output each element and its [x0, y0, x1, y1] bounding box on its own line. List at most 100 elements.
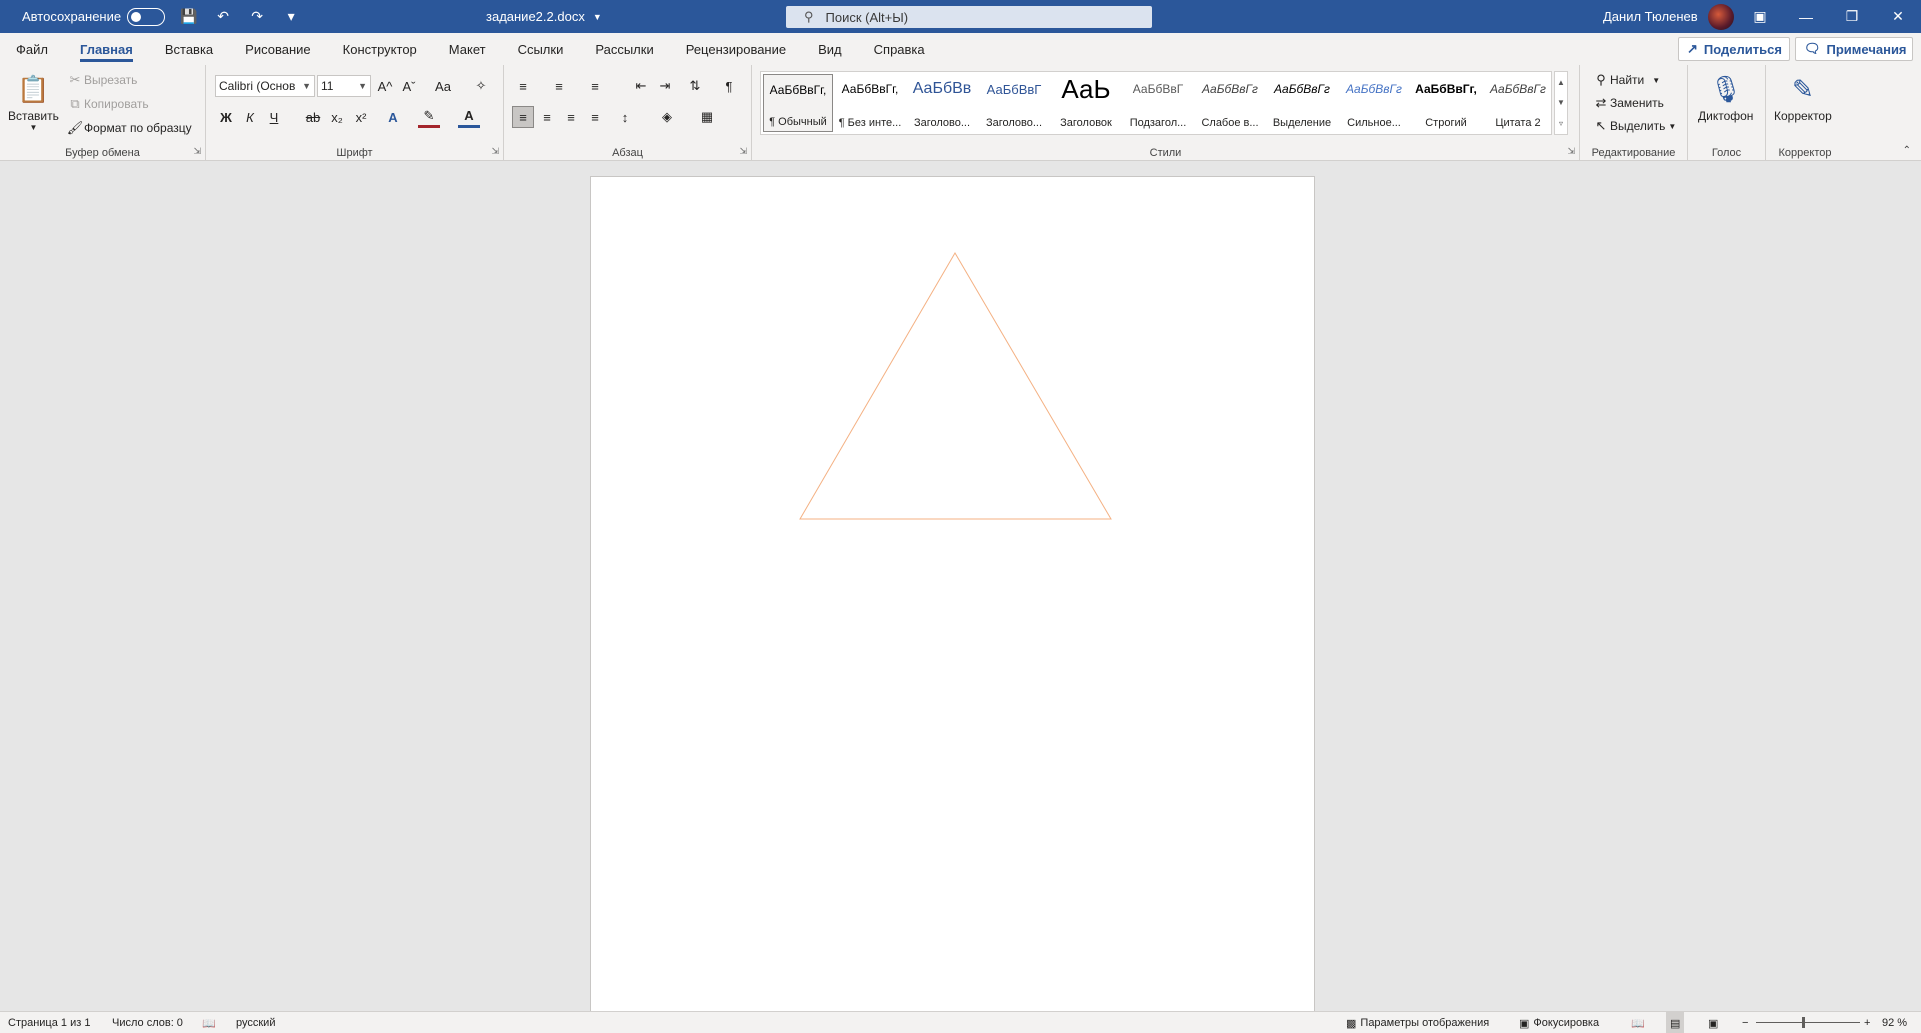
language[interactable]: русский — [236, 1012, 275, 1033]
zoom-level[interactable]: 92 % — [1882, 1012, 1907, 1033]
font-name-select[interactable]: Calibri (Основ ▼ — [215, 75, 315, 97]
chevron-up-icon[interactable]: ▲ — [1557, 78, 1565, 87]
zoom-slider-thumb[interactable] — [1802, 1017, 1805, 1028]
dialog-launcher-icon[interactable]: ⇲ — [739, 146, 747, 157]
print-layout-icon[interactable]: ▤ — [1666, 1012, 1685, 1033]
document-page[interactable] — [590, 176, 1315, 1011]
cut-button[interactable]: ✂ Вырезать — [66, 71, 138, 89]
shading-icon[interactable]: ◈ — [656, 106, 678, 128]
user-account[interactable]: Данил Тюленев — [1603, 0, 1734, 33]
justify-icon[interactable]: ≡ — [584, 106, 606, 128]
tab-home[interactable]: Главная — [64, 33, 149, 65]
increase-indent-icon[interactable]: ⇥ — [654, 75, 676, 97]
style-title[interactable]: АаЬ Заголовок — [1051, 74, 1121, 132]
numbering-icon[interactable]: ≡ — [548, 75, 570, 97]
style-normal[interactable]: АаБбВвГг, ¶ Обычный — [763, 74, 833, 132]
strikethrough-button[interactable]: ab — [302, 106, 324, 128]
proofing-icon[interactable]: 📖 — [202, 1012, 216, 1033]
bold-button[interactable]: Ж — [215, 106, 237, 128]
tab-references[interactable]: Ссылки — [502, 33, 580, 65]
ribbon-display-options-icon[interactable]: ▣ — [1737, 0, 1783, 33]
close-icon[interactable]: ✕ — [1875, 0, 1921, 33]
autosave-toggle[interactable] — [127, 7, 166, 26]
tab-design[interactable]: Конструктор — [327, 33, 433, 65]
read-mode-icon[interactable]: 📖 — [1631, 1012, 1645, 1033]
align-right-icon[interactable]: ≡ — [560, 106, 582, 128]
redo-icon[interactable]: ↷ — [247, 7, 267, 27]
style-heading-2[interactable]: АаБбВвГ Заголово... — [979, 74, 1049, 132]
page-count[interactable]: Страница 1 из 1 — [8, 1012, 90, 1033]
find-button[interactable]: ⚲ Найти ▼ — [1592, 71, 1660, 89]
line-spacing-icon[interactable]: ↕ — [614, 106, 636, 128]
tab-draw[interactable]: Рисование — [229, 33, 326, 65]
font-color-icon[interactable]: A — [458, 106, 480, 128]
restore-icon[interactable]: ❐ — [1829, 0, 1875, 33]
text-effects-icon[interactable]: A — [382, 106, 404, 128]
tab-review[interactable]: Рецензирование — [670, 33, 802, 65]
zoom-slider[interactable] — [1756, 1022, 1860, 1023]
focus-button[interactable]: ▣ Фокусировка — [1519, 1012, 1599, 1033]
multilevel-list-icon[interactable]: ≡ — [584, 75, 606, 97]
align-center-icon[interactable]: ≡ — [536, 106, 558, 128]
subscript-button[interactable]: x₂ — [326, 106, 348, 128]
font-size-select[interactable]: 11 ▼ — [317, 75, 371, 97]
clear-formatting-icon[interactable]: ✧ — [470, 75, 492, 97]
more-icon[interactable]: ▿ — [1559, 119, 1563, 128]
tab-file[interactable]: Файл — [0, 33, 64, 65]
document-title[interactable]: задание2.2.docx ▼ — [486, 0, 602, 33]
style-heading-1[interactable]: АаБбВв Заголово... — [907, 74, 977, 132]
sort-icon[interactable]: ⇅ — [684, 75, 706, 97]
tab-view[interactable]: Вид — [802, 33, 858, 65]
save-icon[interactable]: 💾 — [179, 7, 199, 27]
dialog-launcher-icon[interactable]: ⇲ — [491, 146, 499, 157]
web-layout-icon[interactable]: ▣ — [1708, 1012, 1718, 1033]
show-marks-button[interactable]: ¶ — [718, 75, 740, 97]
customize-toolbar-icon[interactable]: ▾ — [281, 7, 301, 27]
style-no-spacing[interactable]: АаБбВвГг, ¶ Без инте... — [835, 74, 905, 132]
tab-help[interactable]: Справка — [858, 33, 941, 65]
dialog-launcher-icon[interactable]: ⇲ — [193, 146, 201, 157]
underline-button[interactable]: Ч — [263, 106, 285, 128]
superscript-button[interactable]: x² — [350, 106, 372, 128]
style-emphasis[interactable]: АаБбВвГг Выделение — [1267, 74, 1337, 132]
undo-icon[interactable]: ↶ — [213, 7, 233, 27]
zoom-in-button[interactable]: + — [1864, 1012, 1870, 1033]
share-button[interactable]: ↗ Поделиться — [1678, 37, 1790, 61]
minimize-icon[interactable]: — — [1783, 0, 1829, 33]
select-button[interactable]: ↖ Выделить ▼ — [1592, 117, 1677, 135]
document-canvas[interactable] — [0, 161, 1921, 1011]
collapse-ribbon-icon[interactable]: ⌃ — [1903, 145, 1911, 156]
shrink-font-button[interactable]: Aˇ — [398, 75, 420, 97]
tab-insert[interactable]: Вставка — [149, 33, 229, 65]
format-painter-button[interactable]: 🖌 Формат по образцу — [66, 119, 192, 137]
paste-button[interactable]: 📋 Вставить ▼ — [8, 69, 59, 133]
style-quote-2[interactable]: АаБбВвГг Цитата 2 — [1483, 74, 1553, 132]
display-settings-button[interactable]: ▩ Параметры отображения — [1346, 1012, 1489, 1033]
zoom-out-button[interactable]: − — [1742, 1012, 1748, 1033]
decrease-indent-icon[interactable]: ⇤ — [630, 75, 652, 97]
replace-button[interactable]: ⇄ Заменить — [1592, 94, 1664, 112]
avatar[interactable] — [1707, 3, 1734, 30]
grow-font-button[interactable]: A^ — [374, 75, 396, 97]
search-input[interactable]: ⚲ Поиск (Alt+Ы) — [786, 6, 1152, 28]
styles-scroll[interactable]: ▲ ▼ ▿ — [1554, 71, 1568, 135]
bullets-icon[interactable]: ≡ — [512, 75, 534, 97]
align-left-icon[interactable]: ≡ — [512, 106, 534, 128]
change-case-button[interactable]: Aa — [428, 75, 458, 97]
borders-icon[interactable]: ▦ — [696, 106, 718, 128]
style-subtle-emphasis[interactable]: АаБбВвГг Слабое в... — [1195, 74, 1265, 132]
style-intense-emphasis[interactable]: АаБбВвГг Сильное... — [1339, 74, 1409, 132]
editor-button[interactable]: ✎ Корректор — [1774, 69, 1832, 124]
style-strong[interactable]: АаБбВвГг, Строгий — [1411, 74, 1481, 132]
triangle-shape[interactable] — [799, 252, 1112, 520]
style-subtitle[interactable]: АаБбВвГ Подзагол... — [1123, 74, 1193, 132]
word-count[interactable]: Число слов: 0 — [112, 1012, 183, 1033]
comments-button[interactable]: 🗨 Примечания — [1795, 37, 1913, 61]
dialog-launcher-icon[interactable]: ⇲ — [1567, 146, 1575, 157]
italic-button[interactable]: К — [239, 106, 261, 128]
dictate-button[interactable]: 🎙 Диктофон — [1698, 69, 1753, 124]
tab-mailings[interactable]: Рассылки — [579, 33, 669, 65]
copy-button[interactable]: ⧉ Копировать — [66, 95, 148, 113]
tab-layout[interactable]: Макет — [433, 33, 502, 65]
chevron-down-icon[interactable]: ▼ — [1557, 98, 1565, 107]
